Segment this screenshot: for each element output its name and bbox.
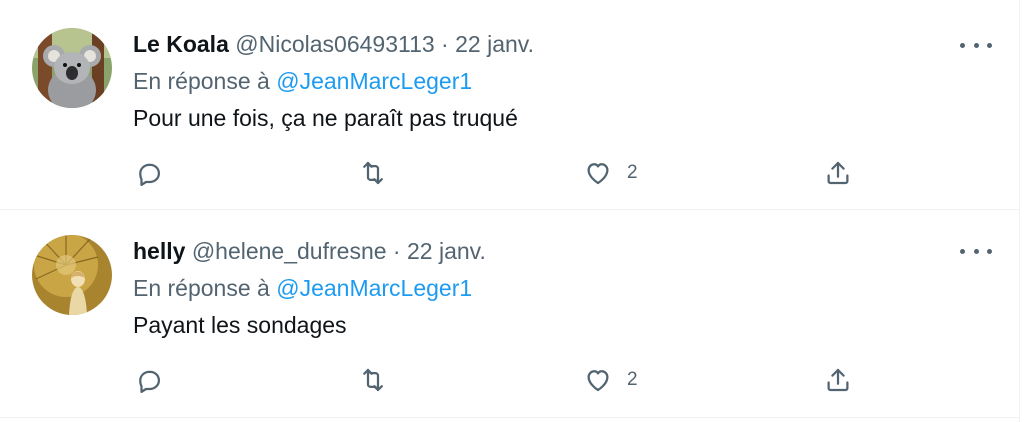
share-button[interactable]: [823, 157, 853, 189]
reply-button[interactable]: [134, 157, 164, 189]
reply-mention-link[interactable]: @JeanMarcLeger1: [276, 275, 472, 301]
retweet-icon: [363, 161, 383, 185]
like-count: 2: [627, 162, 638, 183]
user-handle[interactable]: @Nicolas06493113: [235, 31, 434, 57]
tweet-header: helly @helene_dufresne · 22 janv.: [133, 237, 486, 265]
share-button[interactable]: [823, 364, 853, 396]
more-options-button[interactable]: [958, 33, 994, 57]
separator-dot: ·: [392, 238, 401, 264]
tweet[interactable]: Le Koala @Nicolas06493113 · 22 janv. En …: [0, 0, 1019, 210]
display-name[interactable]: helly: [133, 238, 185, 264]
koala-avatar-icon: [32, 28, 112, 108]
like-count: 2: [627, 369, 638, 390]
retweet-icon: [363, 368, 383, 392]
like-button[interactable]: 2: [583, 157, 638, 189]
display-name[interactable]: Le Koala: [133, 31, 229, 57]
more-options-button[interactable]: [958, 239, 994, 263]
avatar[interactable]: [32, 28, 112, 108]
tweet-text: Payant les sondages: [133, 312, 347, 338]
share-icon: [827, 161, 849, 185]
timeline: Le Koala @Nicolas06493113 · 22 janv. En …: [0, 0, 1020, 422]
more-icon-dot: [973, 248, 979, 254]
separator-dot: ·: [441, 31, 449, 57]
like-button[interactable]: 2: [583, 364, 638, 396]
share-icon: [827, 368, 849, 392]
comment-icon: [139, 163, 160, 186]
comment-icon: [139, 370, 160, 393]
reply-mention-link[interactable]: @JeanMarcLeger1: [276, 68, 472, 94]
retweet-button[interactable]: [358, 364, 388, 396]
heart-icon: [587, 163, 609, 185]
retweet-button[interactable]: [358, 157, 388, 189]
avatar[interactable]: [32, 235, 112, 315]
reply-prefix: En réponse à: [133, 68, 270, 94]
reply-button[interactable]: [134, 364, 164, 396]
user-handle[interactable]: @helene_dufresne: [192, 238, 387, 264]
more-icon-dot: [987, 42, 992, 48]
tweet-text: Pour une fois, ça ne paraît pas truqué: [133, 105, 518, 131]
more-icon-dot: [987, 248, 992, 254]
more-icon: [960, 42, 965, 48]
more-icon-dot: [973, 42, 979, 48]
heart-icon: [587, 370, 609, 392]
tweet[interactable]: helly @helene_dufresne · 22 janv. En rép…: [0, 211, 1019, 418]
more-icon: [960, 248, 965, 254]
reply-context: En réponse à @JeanMarcLeger1: [133, 67, 472, 95]
parasol-woman-avatar-icon: [32, 235, 112, 315]
tweet-header: Le Koala @Nicolas06493113 · 22 janv.: [133, 30, 534, 58]
reply-context: En réponse à @JeanMarcLeger1: [133, 274, 472, 302]
reply-prefix: En réponse à: [133, 275, 270, 301]
tweet-date[interactable]: 22 janv.: [455, 31, 534, 57]
tweet-date[interactable]: 22 janv.: [407, 238, 486, 264]
